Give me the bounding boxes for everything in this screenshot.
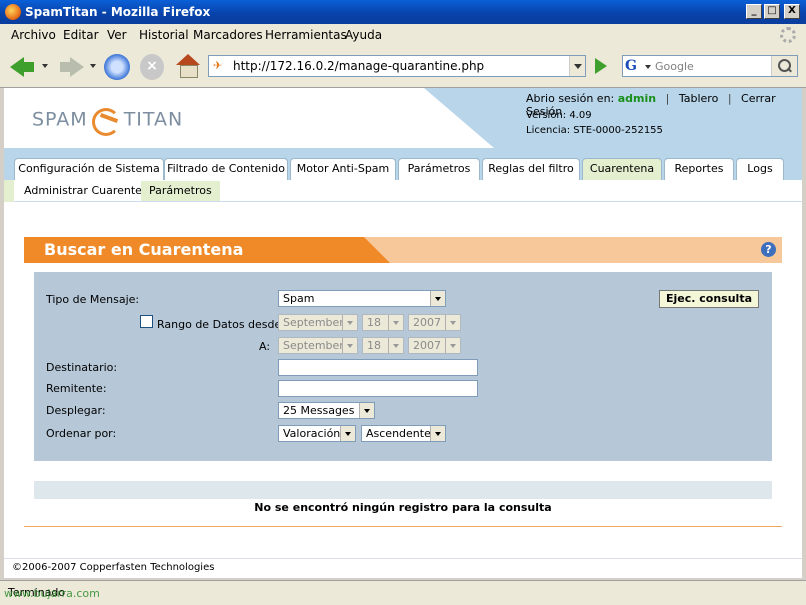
display-label: Desplegar: — [46, 404, 106, 417]
chevron-down-icon — [388, 338, 403, 353]
menu-ver[interactable]: Ver — [107, 28, 127, 42]
search-panel: Tipo de Mensaje: Spam Ejec. consulta Ran… — [24, 263, 782, 527]
spamtitan-logo: SPAM TITAN — [32, 108, 184, 136]
chevron-down-icon — [342, 315, 357, 330]
stop-icon[interactable]: × — [140, 54, 164, 80]
reload-icon[interactable] — [104, 54, 130, 80]
home-icon[interactable] — [176, 54, 200, 80]
menu-archivo[interactable]: Archivo — [11, 28, 56, 42]
panel-title: Buscar en Cuarentena — [44, 240, 244, 259]
tab-logs[interactable]: Logs — [736, 158, 784, 180]
sender-label: Remitente: — [46, 382, 107, 395]
search-placeholder[interactable]: Google — [655, 60, 694, 73]
url-history-dropdown-icon[interactable] — [569, 56, 585, 76]
recipient-label: Destinatario: — [46, 361, 118, 374]
to-date-label: A: — [259, 340, 271, 353]
minimize-button[interactable]: _ — [746, 4, 762, 19]
menu-editar[interactable]: Editar — [63, 28, 99, 42]
run-query-button[interactable]: Ejec. consulta — [659, 290, 759, 308]
chevron-down-icon — [340, 426, 355, 441]
menu-ayuda[interactable]: Ayuda — [345, 28, 382, 42]
from-day-select[interactable]: 18 — [362, 314, 404, 331]
go-arrow-icon[interactable] — [592, 57, 608, 75]
copyright-text: ©2006-2007 Copperfasten Technologies — [12, 562, 215, 573]
logo-spam-text: SPAM — [32, 108, 88, 131]
session-label: Abrio sesión en: — [526, 92, 615, 105]
to-day-select[interactable]: 18 — [362, 337, 404, 354]
close-button[interactable]: X — [784, 4, 800, 19]
display-count-select[interactable]: 25 Messages — [278, 402, 375, 419]
navigation-toolbar: × ✈ http://172.16.0.2/manage-quarantine.… — [0, 46, 806, 88]
no-records-message: No se encontró ningún registro para la c… — [254, 501, 552, 514]
chevron-down-icon — [445, 315, 460, 330]
url-text[interactable]: http://172.16.0.2/manage-quarantine.php — [233, 59, 484, 73]
menu-bar: Archivo Editar Ver Historial Marcadores … — [0, 24, 806, 46]
menu-marcadores[interactable]: Marcadores — [193, 28, 263, 42]
status-bar: Terminado www.bujarra.com — [0, 580, 806, 605]
from-year-select[interactable]: 2007 — [408, 314, 461, 331]
message-type-label: Tipo de Mensaje: — [46, 293, 140, 306]
back-history-dropdown-icon[interactable] — [42, 64, 48, 68]
chevron-down-icon — [430, 291, 445, 306]
results-header-row — [34, 461, 772, 481]
to-year-select[interactable]: 2007 — [408, 337, 461, 354]
chevron-down-icon — [342, 338, 357, 353]
firefox-icon — [5, 4, 21, 20]
page-content: SPAM TITAN Abrio sesión en: admin | Table… — [4, 88, 802, 578]
tab-reportes[interactable]: Reportes — [664, 158, 734, 180]
from-month-select[interactable]: September — [278, 314, 358, 331]
url-bar[interactable]: ✈ http://172.16.0.2/manage-quarantine.ph… — [208, 55, 586, 77]
maximize-button[interactable]: □ — [764, 4, 780, 19]
search-magnifier-icon[interactable] — [771, 56, 797, 76]
window-title: SpamTitan - Mozilla Firefox — [25, 5, 211, 19]
chevron-down-icon — [445, 338, 460, 353]
tab-filtrado-contenido[interactable]: Filtrado de Contenido — [164, 158, 288, 180]
tab-cuarentena[interactable]: Cuarentena — [582, 158, 662, 180]
tab-motor-antispam[interactable]: Motor Anti-Spam — [290, 158, 396, 180]
throbber-icon — [780, 27, 796, 43]
sort-label: Ordenar por: — [46, 427, 117, 440]
forward-history-dropdown-icon[interactable] — [90, 64, 96, 68]
help-icon[interactable]: ? — [761, 242, 776, 257]
recipient-input[interactable] — [278, 359, 478, 376]
license-text: Licencia: STE-0000-252155 — [526, 125, 663, 136]
panel-header: Buscar en Cuarentena ? — [24, 237, 782, 263]
sender-input[interactable] — [278, 380, 478, 397]
back-arrow-icon[interactable] — [8, 54, 36, 80]
main-tabs: Configuración de Sistema Filtrado de Con… — [4, 148, 802, 180]
search-engine-dropdown-icon[interactable] — [645, 65, 651, 69]
sort-order-select[interactable]: Ascendente — [361, 425, 446, 442]
watermark-text: www.bujarra.com — [4, 587, 100, 600]
forward-arrow-icon[interactable] — [58, 54, 86, 80]
menu-herramientas[interactable]: Herramientas — [265, 28, 347, 42]
date-range-label: Rango de Datos desde: — [157, 318, 285, 331]
search-box[interactable]: G Google — [622, 55, 798, 77]
message-type-select[interactable]: Spam — [278, 290, 446, 307]
dashboard-link[interactable]: Tablero — [679, 92, 718, 105]
session-user: admin — [617, 92, 657, 105]
subtab-parametros[interactable]: Parámetros — [141, 181, 220, 201]
tab-parametros[interactable]: Parámetros — [398, 158, 480, 180]
chevron-down-icon — [430, 426, 445, 441]
date-range-checkbox[interactable] — [140, 315, 153, 328]
logo-titan-text: TITAN — [123, 108, 184, 131]
search-engine-icon[interactable]: G — [625, 58, 643, 74]
chevron-down-icon — [388, 315, 403, 330]
tab-configuracion-sistema[interactable]: Configuración de Sistema — [14, 158, 164, 180]
results-divider-row — [34, 481, 772, 499]
search-form: Tipo de Mensaje: Spam Ejec. consulta Ran… — [34, 272, 772, 461]
version-text: Versión: 4.09 — [526, 110, 592, 121]
chevron-down-icon — [359, 403, 374, 418]
site-favicon-icon: ✈ — [213, 59, 223, 72]
sub-tabs: Administrar Cuarentena Parámetros — [4, 180, 802, 202]
menu-historial[interactable]: Historial — [139, 28, 189, 42]
window-titlebar: SpamTitan - Mozilla Firefox _ □ X — [0, 0, 806, 24]
to-month-select[interactable]: September — [278, 337, 358, 354]
sort-field-select[interactable]: Valoración — [278, 425, 356, 442]
tab-reglas-filtro[interactable]: Reglas del filtro — [482, 158, 580, 180]
logo-mark-icon — [91, 108, 120, 136]
